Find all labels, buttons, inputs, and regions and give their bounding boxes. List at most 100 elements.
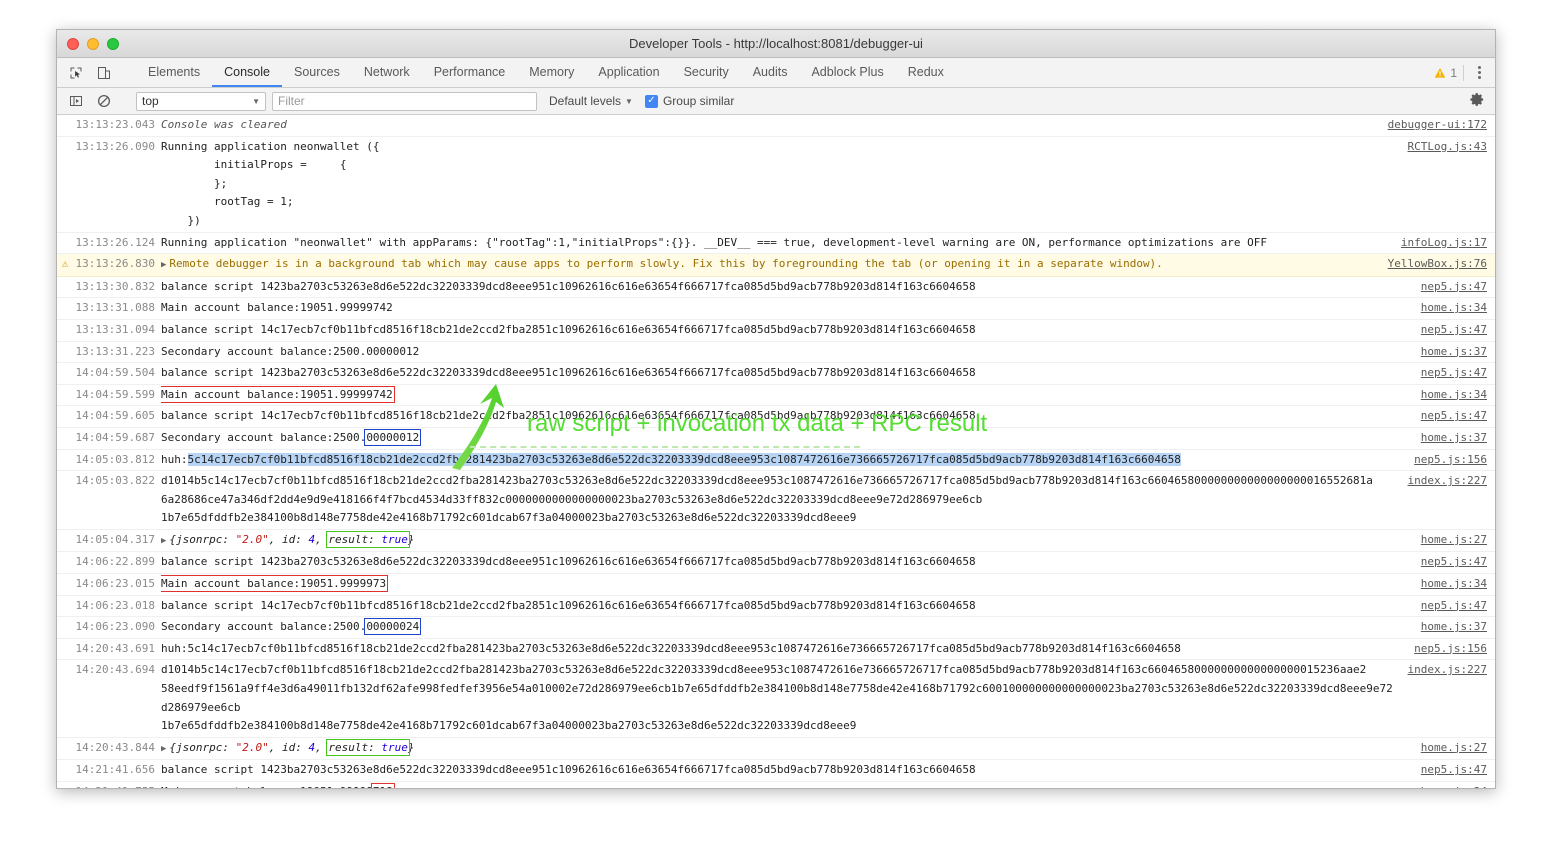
message-text: balance script 1423ba2703c53263e8d6e522d…: [161, 761, 1411, 780]
message-content: balance script 14c17ecb7cf0b11bfcd8516f1…: [161, 598, 976, 612]
filter-input[interactable]: [272, 91, 537, 111]
clear-console-icon[interactable]: [93, 90, 115, 112]
checkbox-checked-icon[interactable]: ✓: [644, 94, 658, 108]
console-message[interactable]: 14:05:03.822 d1014b5c14c17ecb7cf0b11bfcd8…: [57, 471, 1495, 530]
console-message[interactable]: 14:05:04.317 ▶ {jsonrpc: "2.0", id: 4, res…: [57, 530, 1495, 553]
source-link[interactable]: home.js:37: [1421, 429, 1487, 448]
settings-gear-icon[interactable]: [1470, 92, 1487, 110]
disclosure-triangle-icon[interactable]: ▶: [161, 260, 166, 270]
minimize-window-button[interactable]: [87, 37, 99, 50]
message-content: d1014b5c14c17ecb7cf0b11bfcd8516f18cb21de…: [161, 474, 1373, 525]
message-text: balance script 14c17ecb7cf0b11bfcd8516f1…: [161, 407, 1411, 426]
source-link[interactable]: nep5.js:47: [1421, 553, 1487, 572]
console-message[interactable]: 14:06:22.899 balance script 1423ba2703c53…: [57, 552, 1495, 575]
source-link[interactable]: index.js:227: [1408, 661, 1487, 680]
message-timestamp: 14:21:41.755: [73, 783, 161, 788]
source-link[interactable]: home.js:27: [1421, 739, 1487, 758]
message-timestamp: 13:13:31.223: [75, 344, 155, 358]
toggle-device-toolbar-icon[interactable]: [93, 62, 115, 84]
console-message[interactable]: 14:20:43.844 ▶ {jsonrpc: "2.0", id: 4, res…: [57, 738, 1495, 761]
tab-redux[interactable]: Redux: [896, 58, 956, 87]
source-link[interactable]: infoLog.js:17: [1401, 234, 1487, 253]
execution-context-selector[interactable]: top ▼: [136, 91, 266, 111]
tab-memory[interactable]: Memory: [517, 58, 586, 87]
group-similar-toggle[interactable]: ✓ Group similar: [644, 94, 734, 108]
console-message[interactable]: 14:04:59.504 balance script 1423ba2703c53…: [57, 363, 1495, 385]
show-console-sidebar-icon[interactable]: [65, 90, 87, 112]
jsonrpc-id-label: , id:: [268, 532, 309, 546]
console-message[interactable]: 14:21:41.755Main account balance:19051.9…: [57, 782, 1495, 788]
tab-adblock-plus[interactable]: Adblock Plus: [799, 58, 895, 87]
tab-sources[interactable]: Sources: [282, 58, 352, 87]
console-message[interactable]: 14:06:23.090 Secondary account balance:25…: [57, 617, 1495, 639]
inspect-element-icon[interactable]: [65, 62, 87, 84]
disclosure-triangle-icon[interactable]: ▶: [161, 744, 166, 754]
console-message[interactable]: 13:13:30.832 balance script 1423ba2703c53…: [57, 277, 1495, 299]
source-link[interactable]: home.js:34: [1421, 575, 1487, 594]
source-link[interactable]: nep5.js:47: [1421, 597, 1487, 616]
source-link[interactable]: nep5.js:47: [1421, 364, 1487, 383]
console-message[interactable]: 13:13:31.223 Secondary account balance:25…: [57, 342, 1495, 364]
source-link[interactable]: YellowBox.js:76: [1388, 255, 1487, 274]
source-link[interactable]: nep5.js:47: [1421, 407, 1487, 426]
console-message[interactable]: 14:04:59.687 Secondary account balance:25…: [57, 428, 1495, 450]
tab-elements[interactable]: Elements: [136, 58, 212, 87]
tab-audits[interactable]: Audits: [741, 58, 800, 87]
more-options-icon[interactable]: [1472, 62, 1487, 83]
tab-console[interactable]: Console: [212, 58, 282, 87]
tab-security[interactable]: Security: [672, 58, 741, 87]
source-link[interactable]: debugger-ui:172: [1388, 116, 1487, 135]
source-link[interactable]: nep5.js:47: [1421, 321, 1487, 340]
console-message[interactable]: 14:21:41.656 balance script 1423ba2703c53…: [57, 760, 1495, 782]
source-link[interactable]: RCTLog.js:43: [1408, 138, 1487, 157]
console-message[interactable]: 14:04:59.599 Main account balance:19051.9…: [57, 385, 1495, 407]
message-content: balance script 14c17ecb7cf0b11bfcd8516f1…: [161, 322, 976, 336]
source-link[interactable]: nep5.js:47: [1421, 761, 1487, 780]
message-timestamp: 14:20:43.844: [75, 740, 155, 754]
source-link[interactable]: nep5.js:156: [1414, 640, 1487, 659]
source-link[interactable]: nep5.js:156: [1414, 451, 1487, 470]
source-link[interactable]: home.js:27: [1421, 531, 1487, 550]
jsonrpc-close: }: [407, 532, 415, 546]
source-link[interactable]: nep5.js:47: [1421, 278, 1487, 297]
log-levels-dropdown[interactable]: Default levels ▼: [549, 94, 633, 108]
console-message-list[interactable]: 13:13:23.043 Console was cleared debugger-…: [57, 115, 1495, 788]
source-link[interactable]: index.js:227: [1408, 472, 1487, 491]
source-link[interactable]: home.js:37: [1421, 618, 1487, 637]
console-message[interactable]: 13:13:26.090 Running application neonwall…: [57, 137, 1495, 233]
warning-count-indicator[interactable]: 1: [1434, 64, 1464, 81]
source-link[interactable]: home.js:34: [1421, 783, 1487, 788]
source-link[interactable]: home.js:34: [1421, 386, 1487, 405]
console-message[interactable]: 14:20:43.694 d1014b5c14c17ecb7cf0b11bfcd8…: [57, 660, 1495, 738]
jsonrpc-id-label: , id:: [268, 740, 309, 754]
tab-application[interactable]: Application: [586, 58, 671, 87]
message-text: ▶ {jsonrpc: "2.0", id: 4, result: true}: [161, 530, 1411, 551]
jsonrpc-separator: ,: [315, 532, 329, 546]
close-window-button[interactable]: [67, 37, 79, 50]
message-timestamp: 14:06:23.018: [75, 598, 155, 612]
console-message[interactable]: 13:13:26.124 Running application "neonwal…: [57, 233, 1495, 255]
console-message[interactable]: 13:13:31.094 balance script 14c17ecb7cf0b…: [57, 320, 1495, 342]
message-timestamp: 14:05:03.822: [75, 474, 155, 488]
message-timestamp: 13:13:31.094: [75, 322, 155, 336]
message-text: balance script 14c17ecb7cf0b11bfcd8516f1…: [161, 321, 1411, 340]
console-message[interactable]: 14:05:03.812 huh:5c14c17ecb7cf0b11bfcd851…: [57, 450, 1495, 472]
source-link[interactable]: home.js:37: [1421, 343, 1487, 362]
tab-performance[interactable]: Performance: [422, 58, 518, 87]
disclosure-triangle-icon[interactable]: ▶: [161, 536, 166, 546]
message-timestamp: 14:06:23.015: [75, 577, 155, 591]
tab-network[interactable]: Network: [352, 58, 422, 87]
console-message[interactable]: 14:04:59.605 balance script 14c17ecb7cf0b…: [57, 406, 1495, 428]
source-link[interactable]: home.js:34: [1421, 299, 1487, 318]
message-prefix: Secondary account balance:2500.: [161, 430, 367, 444]
console-message[interactable]: 14:20:43.691 huh:5c14c17ecb7cf0b11bfcd851…: [57, 639, 1495, 661]
message-content: Running application "neonwallet" with ap…: [161, 235, 1267, 249]
console-message[interactable]: 14:06:23.018 balance script 14c17ecb7cf0b…: [57, 596, 1495, 618]
console-message[interactable]: 14:06:23.015 Main account balance:19051.9…: [57, 574, 1495, 596]
console-message[interactable]: ⚠ 13:13:26.830 ▶ Remote debugger is in a ba…: [57, 254, 1495, 277]
console-message[interactable]: 13:13:31.088 Main account balance:19051.9…: [57, 298, 1495, 320]
highlight-box-red: Main account balance:19051.99999742: [161, 385, 395, 403]
message-text: Secondary account balance:2500.00000024: [161, 618, 1411, 637]
zoom-window-button[interactable]: [107, 37, 119, 50]
console-message[interactable]: 13:13:23.043 Console was cleared debugger-…: [57, 115, 1495, 137]
